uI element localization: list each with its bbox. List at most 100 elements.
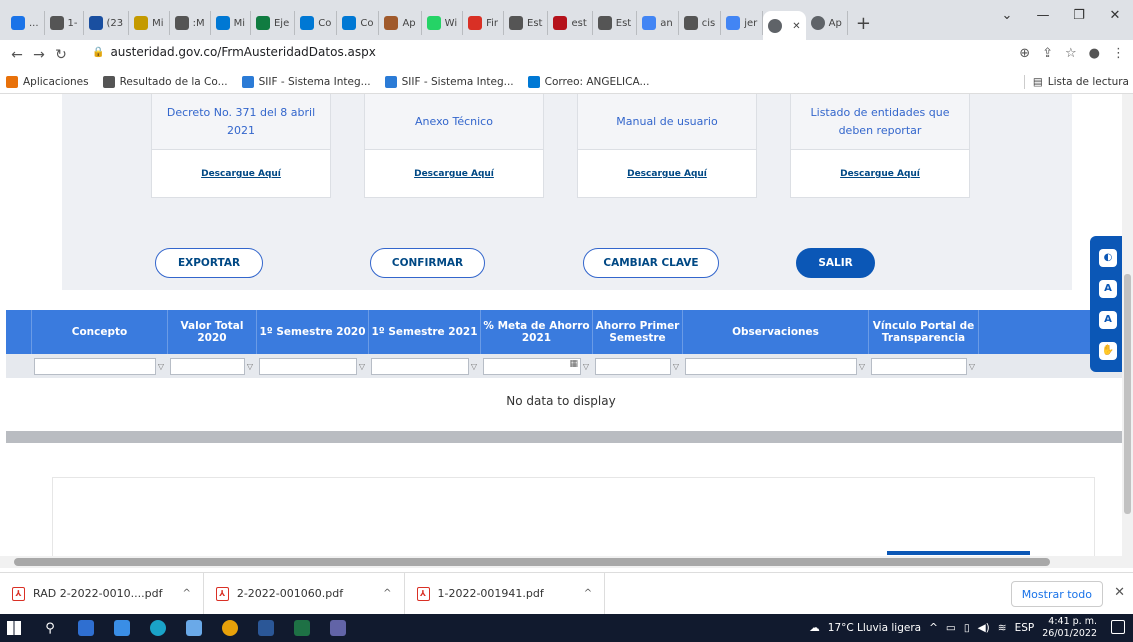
col-vinculo[interactable]: Vínculo Portal de Transparencia — [869, 310, 979, 354]
zoom-icon[interactable]: ⊕ — [1019, 46, 1030, 61]
confirm-button[interactable]: CONFIRMAR — [370, 248, 485, 278]
edge-icon[interactable] — [144, 614, 172, 642]
download-link[interactable]: Descargue Aquí — [578, 150, 756, 198]
filter-icon[interactable]: ▽ — [245, 362, 255, 371]
bookmark-item[interactable]: Aplicaciones — [6, 75, 89, 88]
volume-icon[interactable]: ◀) — [978, 622, 990, 634]
browser-tab[interactable]: cis — [679, 11, 722, 35]
chevron-up-icon[interactable]: ^ — [584, 588, 592, 599]
download-item[interactable]: ⅄ 2-2022-001060.pdf ^ — [204, 572, 405, 615]
contrast-icon[interactable]: ◐ — [1099, 248, 1117, 267]
filter-icon[interactable]: ▽ — [671, 362, 681, 371]
vertical-scroll-thumb[interactable] — [1124, 274, 1131, 514]
bookmark-item[interactable]: SIIF - Sistema Integ... — [241, 75, 371, 88]
filter-input[interactable] — [371, 357, 469, 375]
wifi-icon[interactable]: ≋ — [998, 622, 1007, 634]
chrome-icon[interactable] — [216, 614, 244, 642]
col-ahorro-primer[interactable]: Ahorro Primer Semestre — [593, 310, 683, 354]
tab-search-icon[interactable]: ⌄ — [989, 8, 1025, 23]
new-tab-icon[interactable]: + — [848, 13, 879, 34]
browser-tab[interactable]: 1- — [45, 11, 84, 35]
restore-icon[interactable]: ❐ — [1061, 8, 1097, 23]
col-valor-total[interactable]: Valor Total 2020 — [168, 310, 257, 354]
browser-tab[interactable]: Mi — [129, 11, 170, 35]
filter-input[interactable] — [685, 357, 857, 375]
word-icon[interactable] — [252, 614, 280, 642]
filter-icon[interactable]: ▽ — [156, 362, 166, 371]
filter-input[interactable] — [259, 357, 357, 375]
browser-tab[interactable]: Co — [337, 11, 380, 35]
network-icon[interactable]: ▭ — [946, 622, 956, 634]
filter-input[interactable] — [595, 357, 671, 375]
chevron-up-icon[interactable]: ^ — [182, 588, 190, 599]
teams-icon[interactable] — [324, 614, 352, 642]
bookmark-item[interactable]: Resultado de la Co... — [102, 75, 228, 88]
store-icon[interactable] — [108, 614, 136, 642]
tray-chevron-icon[interactable]: ^ — [929, 622, 938, 634]
browser-tab[interactable]: (23 — [84, 11, 130, 35]
address-bar[interactable]: 🔒 austeridad.gov.co/FrmAusteridadDatos.a… — [92, 45, 376, 59]
export-button[interactable]: EXPORTAR — [155, 248, 263, 278]
menu-icon[interactable]: ⋮ — [1112, 46, 1125, 61]
filter-input[interactable] — [170, 357, 245, 375]
browser-tab[interactable]: :M — [170, 11, 211, 35]
browser-tab[interactable]: Est — [593, 11, 638, 35]
horizontal-scrollbar[interactable] — [0, 556, 1133, 568]
reload-icon[interactable]: ↻ — [50, 47, 72, 63]
filter-icon[interactable]: ▽ — [581, 362, 591, 371]
taskview-icon[interactable] — [72, 614, 100, 642]
people-icon[interactable] — [180, 614, 208, 642]
browser-tab[interactable]: Ap — [806, 11, 848, 35]
profile-icon[interactable]: ● — [1089, 46, 1100, 61]
browser-tab[interactable]: Co — [295, 11, 338, 35]
download-item[interactable]: ⅄ 1-2022-001941.pdf ^ — [405, 572, 606, 615]
close-window-icon[interactable]: ✕ — [1097, 8, 1133, 23]
show-all-downloads-button[interactable]: Mostrar todo — [1010, 581, 1103, 607]
horizontal-scroll-thumb[interactable] — [14, 558, 1050, 566]
bookmark-star-icon[interactable]: ☆ — [1065, 46, 1077, 61]
notification-icon[interactable] — [1111, 620, 1125, 634]
battery-icon[interactable]: ▯ — [964, 622, 970, 634]
active-tab[interactable]: ✕ — [763, 11, 806, 41]
search-icon[interactable]: ⚲ — [36, 614, 64, 642]
start-icon[interactable] — [0, 614, 28, 642]
minimize-icon[interactable]: — — [1025, 8, 1061, 23]
col-semestre-2021[interactable]: 1º Semestre 2021 — [369, 310, 481, 354]
clock[interactable]: 4:41 p. m. 26/01/2022 — [1042, 616, 1097, 640]
filter-icon[interactable]: ▽ — [469, 362, 479, 371]
vertical-scrollbar[interactable] — [1122, 94, 1133, 556]
decrease-font-icon[interactable]: A — [1099, 279, 1117, 298]
reading-list[interactable]: ▤ Lista de lectura — [1023, 75, 1129, 89]
bookmark-item[interactable]: SIIF - Sistema Integ... — [384, 75, 514, 88]
bookmark-item[interactable]: Correo: ANGELICA... — [527, 75, 649, 88]
back-icon[interactable]: ← — [6, 47, 28, 63]
browser-tab[interactable]: est — [548, 11, 593, 35]
exit-button[interactable]: SALIR — [796, 248, 875, 278]
browser-tab[interactable]: Est — [504, 11, 549, 35]
download-link[interactable]: Descargue Aquí — [365, 150, 543, 198]
col-meta-ahorro[interactable]: % Meta de Ahorro 2021 — [481, 310, 593, 354]
filter-icon[interactable]: ▽ — [857, 362, 867, 371]
filter-input[interactable] — [871, 357, 967, 375]
col-semestre-2020[interactable]: 1º Semestre 2020 — [257, 310, 369, 354]
browser-tab[interactable]: Wi — [422, 11, 464, 35]
download-link[interactable]: Descargue Aquí — [791, 150, 969, 198]
chevron-up-icon[interactable]: ^ — [383, 588, 391, 599]
browser-tab[interactable]: ... — [6, 11, 45, 35]
close-downloads-icon[interactable]: ✕ — [1114, 585, 1125, 600]
browser-tab[interactable]: Fir — [463, 11, 505, 35]
browser-tab[interactable]: an — [637, 11, 679, 35]
filter-date-input[interactable]: ▦ — [483, 357, 581, 375]
increase-font-icon[interactable]: A — [1099, 310, 1117, 329]
excel-icon[interactable] — [288, 614, 316, 642]
weather-text[interactable]: 17°C Lluvia ligera — [828, 622, 921, 634]
download-link[interactable]: Descargue Aquí — [152, 150, 330, 198]
browser-tab[interactable]: Mi — [211, 11, 251, 35]
change-password-button[interactable]: CAMBIAR CLAVE — [583, 248, 719, 278]
col-observaciones[interactable]: Observaciones — [683, 310, 869, 354]
filter-icon[interactable]: ▽ — [967, 362, 977, 371]
sign-language-icon[interactable]: ✋ — [1099, 341, 1117, 360]
language-indicator[interactable]: ESP — [1015, 622, 1035, 634]
calendar-icon[interactable]: ▦ — [569, 359, 578, 369]
browser-tab[interactable]: jer — [721, 11, 764, 35]
